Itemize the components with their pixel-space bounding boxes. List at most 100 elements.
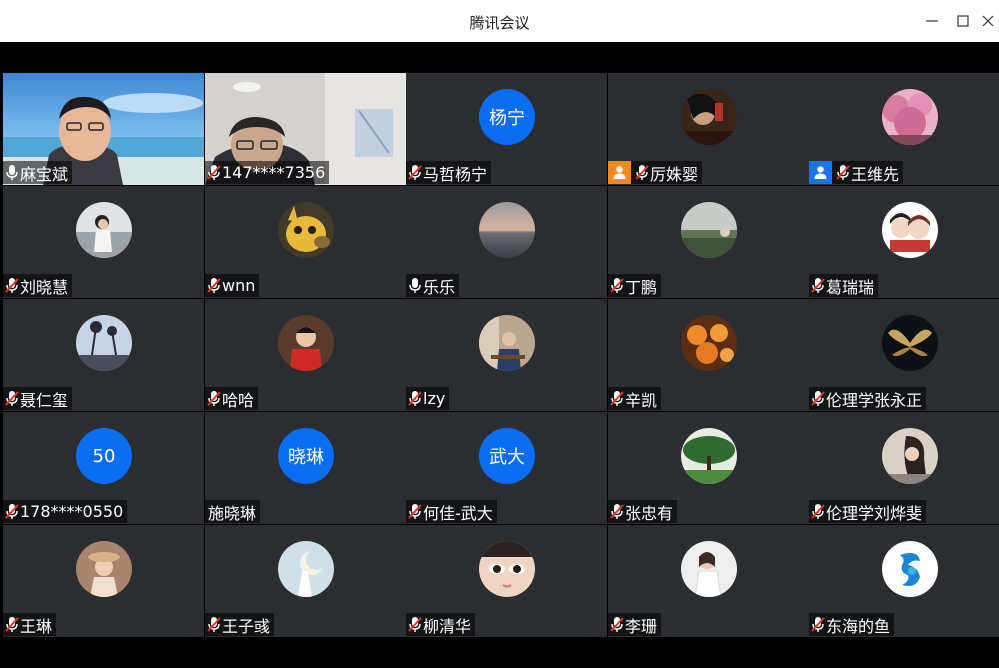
name-label-bar: 东海的鱼 <box>809 613 895 636</box>
avatar <box>76 541 132 597</box>
avatar <box>882 202 938 258</box>
microphone-muted-icon <box>810 277 826 295</box>
participant-tile[interactable]: 乐乐 <box>406 186 607 298</box>
microphone-muted-icon <box>407 164 423 182</box>
participant-name: 李珊 <box>625 616 658 636</box>
name-label-bar: 哈哈 <box>205 387 259 410</box>
participant-tile[interactable]: 武大 何佳-武大 <box>406 412 607 524</box>
minimize-button[interactable] <box>919 8 945 34</box>
maximize-icon <box>957 15 969 27</box>
participant-tile[interactable]: 东海的鱼 <box>809 525 999 637</box>
participant-name: 施晓琳 <box>208 503 257 523</box>
name-label-bar: 马哲杨宁 <box>406 161 492 184</box>
avatar <box>76 202 132 258</box>
avatar <box>681 428 737 484</box>
participant-tile[interactable]: 50 178****0550 <box>3 412 204 524</box>
close-icon <box>982 15 994 27</box>
microphone-muted-icon <box>4 277 20 295</box>
name-label-bar: 178****0550 <box>3 500 128 523</box>
microphone-muted-icon <box>407 503 423 521</box>
participant-name: 王子彧 <box>222 616 271 636</box>
microphone-muted-icon <box>609 616 625 634</box>
participant-name: 147****7356 <box>222 163 326 182</box>
participant-tile[interactable]: 聂仁玺 <box>3 299 204 411</box>
person-icon <box>608 161 631 184</box>
name-label-bar: 李珊 <box>608 613 662 636</box>
participant-name: wnn <box>222 276 256 295</box>
maximize-button[interactable] <box>950 8 976 34</box>
participant-tile[interactable]: 王琳 <box>3 525 204 637</box>
avatar <box>76 315 132 371</box>
participant-tile[interactable]: 麻宝斌 <box>3 73 204 185</box>
participant-tile[interactable]: 刘晓慧 <box>3 186 204 298</box>
participant-tile[interactable]: 王维先 <box>809 73 999 185</box>
initials-avatar: 晓琳 <box>278 428 334 484</box>
name-label-bar: 147****7356 <box>205 161 330 184</box>
participant-tile[interactable]: 哈哈 <box>205 299 406 411</box>
participant-tile[interactable]: 辛凯 <box>608 299 809 411</box>
avatar <box>681 202 737 258</box>
participant-tile[interactable]: 张忠有 <box>608 412 809 524</box>
initials-avatar: 武大 <box>479 428 535 484</box>
participant-tile[interactable]: wnn <box>205 186 406 298</box>
name-label-bar: lzy <box>406 387 450 410</box>
participant-tile[interactable]: 伦理学张永正 <box>809 299 999 411</box>
participant-name: 东海的鱼 <box>826 616 891 636</box>
participant-name: 伦理学刘烨斐 <box>826 503 923 523</box>
name-label-bar: 聂仁玺 <box>3 387 73 410</box>
participant-tile[interactable]: 葛瑞瑞 <box>809 186 999 298</box>
name-label-bar: 张忠有 <box>608 500 678 523</box>
avatar <box>681 89 737 145</box>
microphone-icon <box>4 164 20 182</box>
avatar <box>882 315 938 371</box>
participant-tile[interactable]: 杨宁马哲杨宁 <box>406 73 607 185</box>
participant-name: 柳清华 <box>423 616 472 636</box>
microphone-muted-icon <box>407 616 423 634</box>
participant-name: 麻宝斌 <box>20 164 69 184</box>
participant-tile[interactable]: 丁鹏 <box>608 186 809 298</box>
participant-tile[interactable]: lzy <box>406 299 607 411</box>
name-label-bar: wnn <box>205 274 260 297</box>
avatar <box>882 428 938 484</box>
participant-tile[interactable]: 王子彧 <box>205 525 406 637</box>
name-label-bar: 辛凯 <box>608 387 662 410</box>
participant-name: 丁鹏 <box>625 277 658 297</box>
participant-name: 张忠有 <box>625 503 674 523</box>
name-label-bar: 王琳 <box>3 613 57 636</box>
name-label-bar: 王子彧 <box>205 613 275 636</box>
name-label-bar: 柳清华 <box>406 613 476 636</box>
name-label-bar: 乐乐 <box>406 274 460 297</box>
microphone-muted-icon <box>835 164 851 182</box>
bottom-bar <box>0 640 999 668</box>
participant-name: 辛凯 <box>625 390 658 410</box>
close-button[interactable] <box>975 8 999 34</box>
microphone-muted-icon <box>4 616 20 634</box>
microphone-muted-icon <box>4 503 20 521</box>
participant-name: 王维先 <box>851 164 900 184</box>
participant-name: 伦理学张永正 <box>826 390 923 410</box>
participant-name: 178****0550 <box>20 502 124 521</box>
microphone-muted-icon <box>4 390 20 408</box>
initials-avatar: 杨宁 <box>479 89 535 145</box>
microphone-muted-icon <box>206 277 222 295</box>
participant-tile[interactable]: 晓琳施晓琳 <box>205 412 406 524</box>
participant-tile[interactable]: 147****7356 <box>205 73 406 185</box>
avatar <box>882 89 938 145</box>
participant-tile[interactable]: 李珊 <box>608 525 809 637</box>
microphone-muted-icon <box>810 390 826 408</box>
participant-name: 王琳 <box>20 616 53 636</box>
participant-tile[interactable]: 柳清华 <box>406 525 607 637</box>
avatar <box>278 315 334 371</box>
participant-name: 乐乐 <box>423 277 456 297</box>
microphone-muted-icon <box>206 164 222 182</box>
participant-grid: 麻宝斌 147****7356 杨宁 马哲杨宁 厉姝婴 王维先 刘晓慧 wnn 乐乐 丁鹏 葛瑞瑞聂… <box>3 73 999 638</box>
title-bar: 腾讯会议 <box>0 0 999 42</box>
microphone-muted-icon <box>810 503 826 521</box>
microphone-muted-icon <box>810 616 826 634</box>
participant-tile[interactable]: 厉姝婴 <box>608 73 809 185</box>
window-title: 腾讯会议 <box>469 14 530 32</box>
name-label-bar: 王维先 <box>809 161 904 184</box>
participant-tile[interactable]: 伦理学刘烨斐 <box>809 412 999 524</box>
microphone-muted-icon <box>634 164 650 182</box>
name-label-bar: 刘晓慧 <box>3 274 73 297</box>
